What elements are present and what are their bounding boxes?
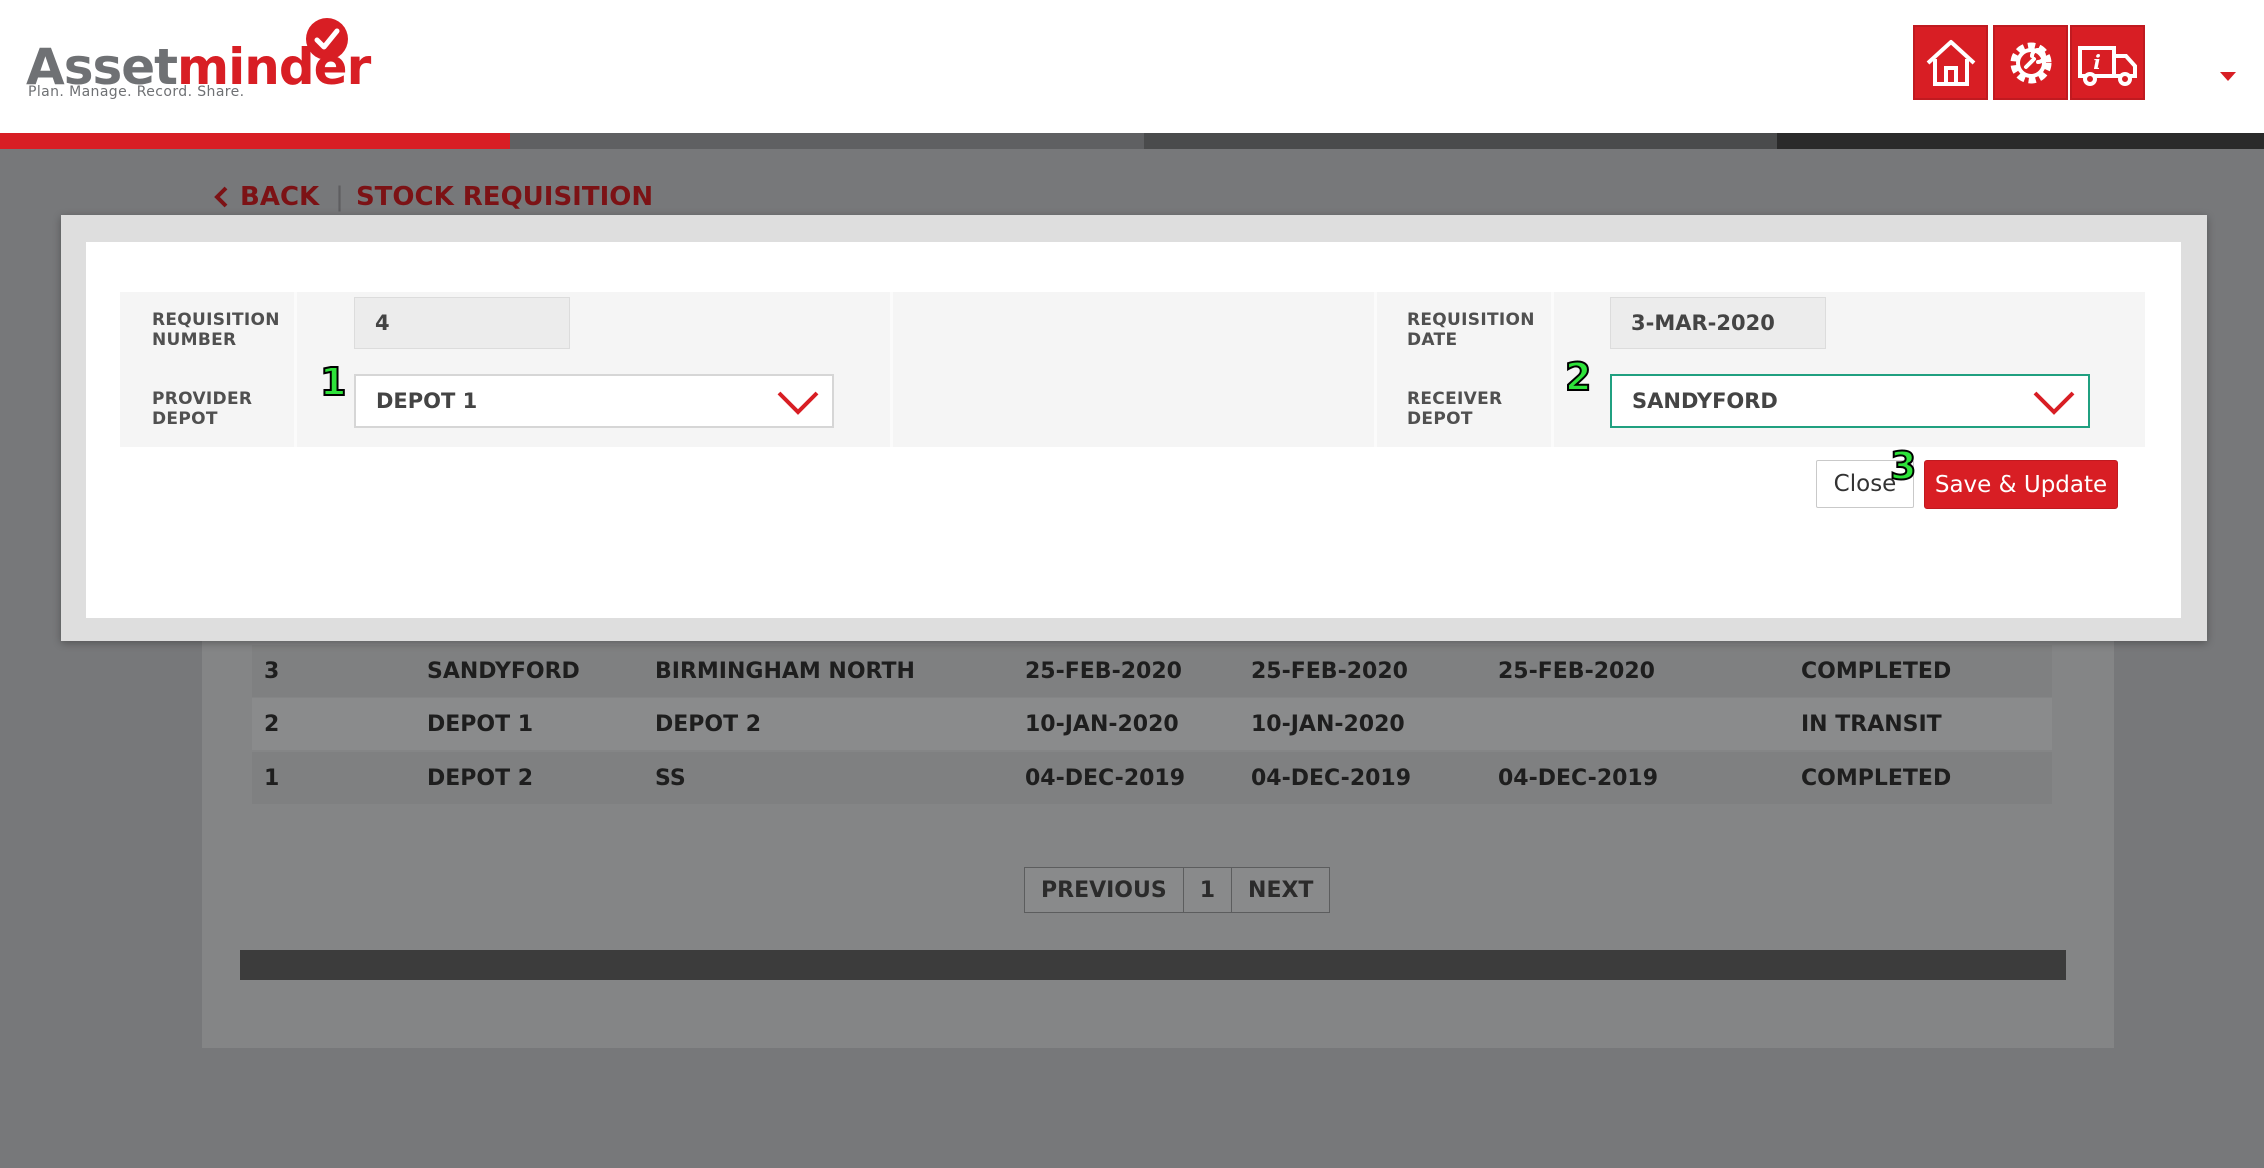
receiver-depot-value: SANDYFORD [1632,389,1778,413]
cell-date: 25-FEB-2020 [1251,658,1408,684]
cell-provider: DEPOT 2 [427,765,534,791]
page-title: STOCK REQUISITION [355,182,654,212]
cell-provider: SANDYFORD [427,658,580,684]
requisition-number-label: REQUISITION NUMBER [152,310,280,350]
provider-depot-select[interactable]: DEPOT 1 [354,374,834,428]
delivery-truck-icon: i [2077,45,2137,86]
vehicle-info-button[interactable]: i [2070,25,2145,100]
provider-depot-value: DEPOT 1 [376,389,478,413]
pagination: PREVIOUS 1 NEXT [1024,867,1331,913]
app-header: Assetminder Plan. Manage. Record. Share.… [0,0,2264,133]
annotation-marker-3: 3 [1889,444,1917,488]
cell-id: 1 [264,765,280,791]
cell-date: 04-DEC-2019 [1025,765,1186,791]
annotation-marker-2: 2 [1564,355,1592,399]
chevron-left-icon [214,186,228,208]
home-button[interactable] [1913,25,1988,100]
save-update-button[interactable]: Save & Update [1924,460,2118,509]
table-row[interactable]: 2 DEPOT 1 DEPOT 2 10-JAN-2020 10-JAN-202… [252,698,2052,750]
cell-date: 04-DEC-2019 [1498,765,1659,791]
cell-date: 10-JAN-2020 [1025,711,1179,737]
chevron-down-icon [777,391,819,415]
settings-button[interactable] [1993,25,2068,100]
logo-check-icon [306,18,348,60]
cell-receiver: SS [655,765,686,791]
cell-provider: DEPOT 1 [427,711,534,737]
table-row[interactable]: 1 DEPOT 2 SS 04-DEC-2019 04-DEC-2019 04-… [252,752,2052,804]
requisition-date-field: 3-MAR-2020 [1610,297,1826,349]
cell-status: COMPLETED [1801,765,1952,791]
form-row-depot: PROVIDER DEPOT DEPOT 1 RECEIVER DEPOT SAND… [120,369,2145,447]
requisition-date-label: REQUISITION DATE [1407,310,1535,350]
provider-depot-label: PROVIDER DEPOT [152,389,253,429]
logo-tagline: Plan. Manage. Record. Share. [28,84,245,100]
assetminder-logo[interactable]: Assetminder Plan. Manage. Record. Share. [26,18,371,108]
cell-date: 04-DEC-2019 [1251,765,1412,791]
cell-receiver: DEPOT 2 [655,711,762,737]
cell-status: IN TRANSIT [1801,711,1942,737]
settings-gear-icon [2010,42,2051,83]
cell-receiver: BIRMINGHAM NORTH [655,658,915,684]
cell-date: 25-FEB-2020 [1025,658,1182,684]
home-icon [1926,39,1975,86]
cell-date: 25-FEB-2020 [1498,658,1655,684]
breadcrumb-separator: | [335,182,344,212]
form-row-requisition: REQUISITION NUMBER 4 REQUISITION DATE 3-MA… [120,292,2145,370]
user-menu-chevron-down-icon[interactable] [2220,72,2236,81]
cell-id: 3 [264,658,280,684]
pagination-previous[interactable]: PREVIOUS [1025,868,1184,912]
receiver-depot-select[interactable]: SANDYFORD [1610,374,2090,428]
cell-date: 10-JAN-2020 [1251,711,1405,737]
table-row[interactable]: 3 SANDYFORD BIRMINGHAM NORTH 25-FEB-2020… [252,645,2052,697]
pagination-next[interactable]: NEXT [1232,868,1329,912]
annotation-marker-1: 1 [319,360,347,404]
requisition-number-field: 4 [354,297,570,349]
breadcrumb: BACK | STOCK REQUISITION [212,182,653,212]
chevron-down-icon [2033,391,2075,415]
cell-id: 2 [264,711,280,737]
section-progress-bar [0,133,2264,149]
receiver-depot-label: RECEIVER DEPOT [1407,389,1503,429]
svg-text:i: i [2093,50,2101,74]
pagination-page-1[interactable]: 1 [1184,868,1233,912]
panel-footer-bar [240,950,2066,980]
cell-status: COMPLETED [1801,658,1952,684]
back-link[interactable]: BACK [240,182,319,212]
